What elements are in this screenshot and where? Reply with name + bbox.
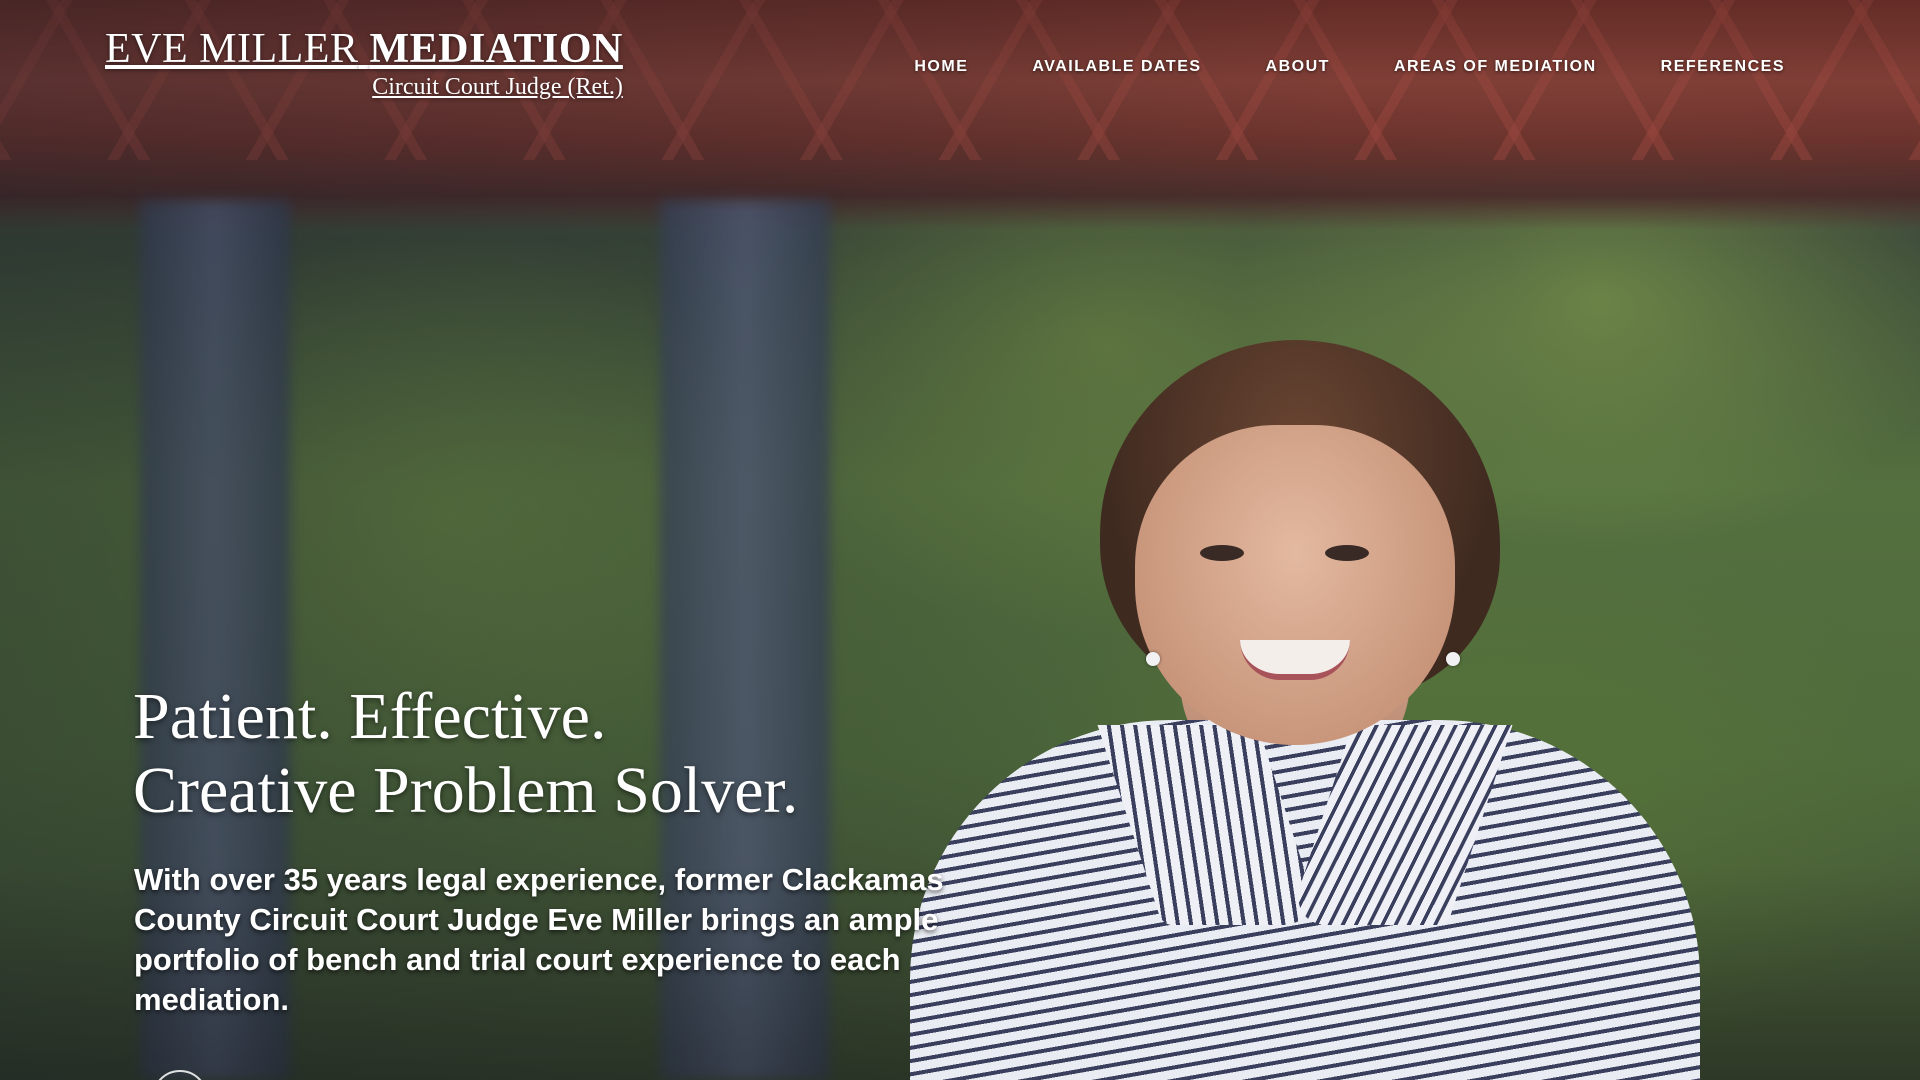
site-logo[interactable]: EVE MILLER MEDIATION Circuit Court Judge… xyxy=(105,28,623,101)
hero-section: EVE MILLER MEDIATION Circuit Court Judge… xyxy=(0,0,1920,1080)
portrait-earring-right xyxy=(1446,652,1460,666)
nav-references[interactable]: REFERENCES xyxy=(1661,58,1785,76)
hero-headline-line2: Creative Problem Solver. xyxy=(133,754,799,827)
nav-home[interactable]: HOME xyxy=(914,58,968,76)
nav-about[interactable]: ABOUT xyxy=(1266,58,1330,76)
logo-name: EVE MILLER xyxy=(105,26,359,72)
main-nav: HOME AVAILABLE DATES ABOUT AREAS OF MEDI… xyxy=(914,58,1785,76)
logo-title: EVE MILLER MEDIATION xyxy=(105,28,623,70)
nav-available-dates[interactable]: AVAILABLE DATES xyxy=(1032,58,1201,76)
hero-lead-text: With over 35 years legal experience, for… xyxy=(134,862,944,1017)
nav-areas-of-mediation[interactable]: AREAS OF MEDIATION xyxy=(1394,58,1597,76)
hero-headline: Patient. Effective. Creative Problem Sol… xyxy=(133,680,798,828)
portrait-eye-right xyxy=(1325,545,1369,561)
portrait-eye-left xyxy=(1200,545,1244,561)
portrait-earring-left xyxy=(1146,652,1160,666)
hero-headline-line1: Patient. Effective. xyxy=(133,680,607,753)
logo-subtitle: Circuit Court Judge (Ret.) xyxy=(372,74,623,100)
logo-mediation: MEDIATION xyxy=(369,26,623,72)
portrait-face xyxy=(1135,425,1455,745)
